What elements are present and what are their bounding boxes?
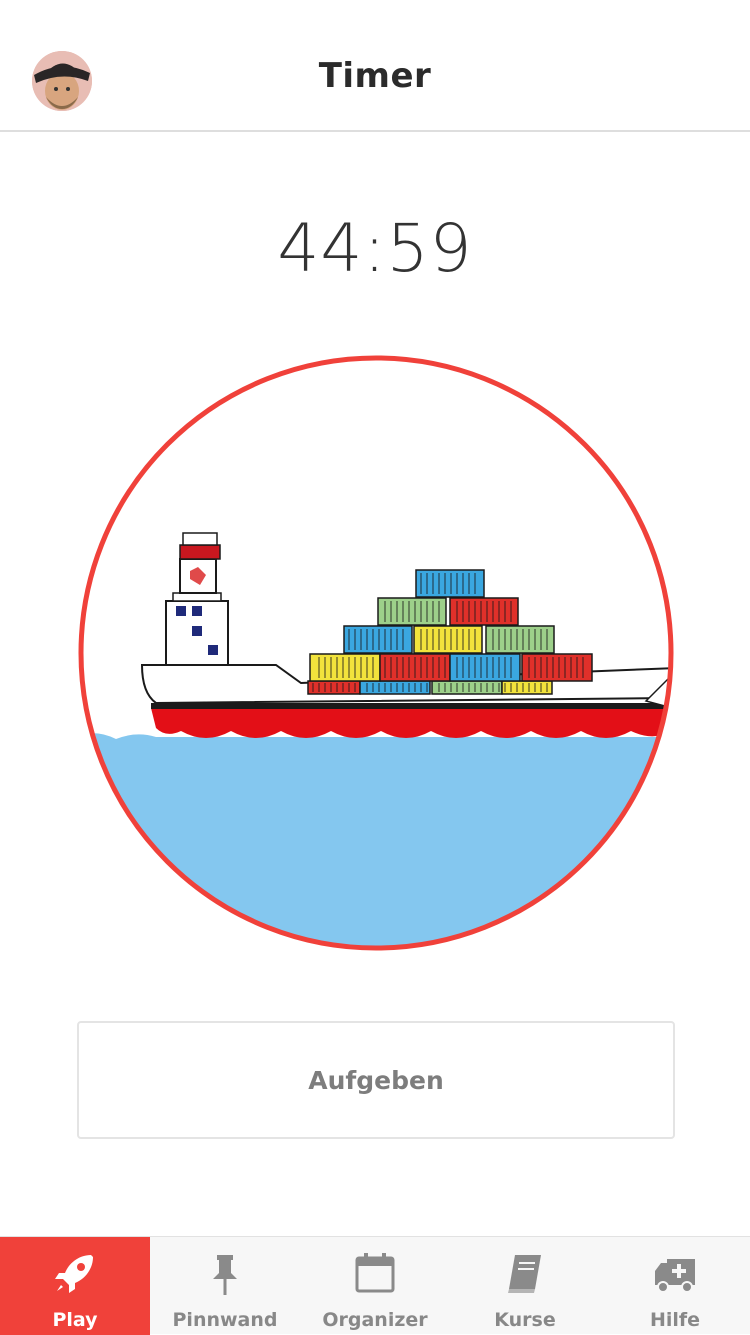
tab-label: Organizer (322, 1309, 428, 1331)
tab-label: Play (52, 1309, 98, 1331)
tab-organizer[interactable]: Organizer (300, 1237, 450, 1335)
tab-label: Hilfe (649, 1309, 701, 1331)
tab-pinnwand[interactable]: Pinnwand (150, 1237, 300, 1335)
ship-illustration (76, 353, 676, 953)
app-header: Timer (0, 0, 750, 132)
countdown-timer: 44:59 (277, 210, 473, 287)
ambulance-icon (655, 1259, 695, 1293)
page-title: Timer (318, 56, 432, 96)
book-icon (508, 1255, 541, 1293)
tab-play[interactable]: Play (0, 1237, 150, 1335)
tab-label: Pinnwand (172, 1309, 278, 1331)
tab-hilfe[interactable]: Hilfe (600, 1237, 750, 1335)
tab-bar: Play Pinnwand Organizer Kurse Hilfe (0, 1236, 750, 1335)
give-up-button[interactable]: Aufgeben (77, 1021, 675, 1139)
pushpin-icon (213, 1255, 237, 1295)
container-ship-icon (78, 355, 674, 951)
calendar-icon (355, 1253, 395, 1293)
tab-kurse[interactable]: Kurse (450, 1237, 600, 1335)
rocket-icon (55, 1255, 93, 1293)
tab-label: Kurse (494, 1309, 556, 1331)
